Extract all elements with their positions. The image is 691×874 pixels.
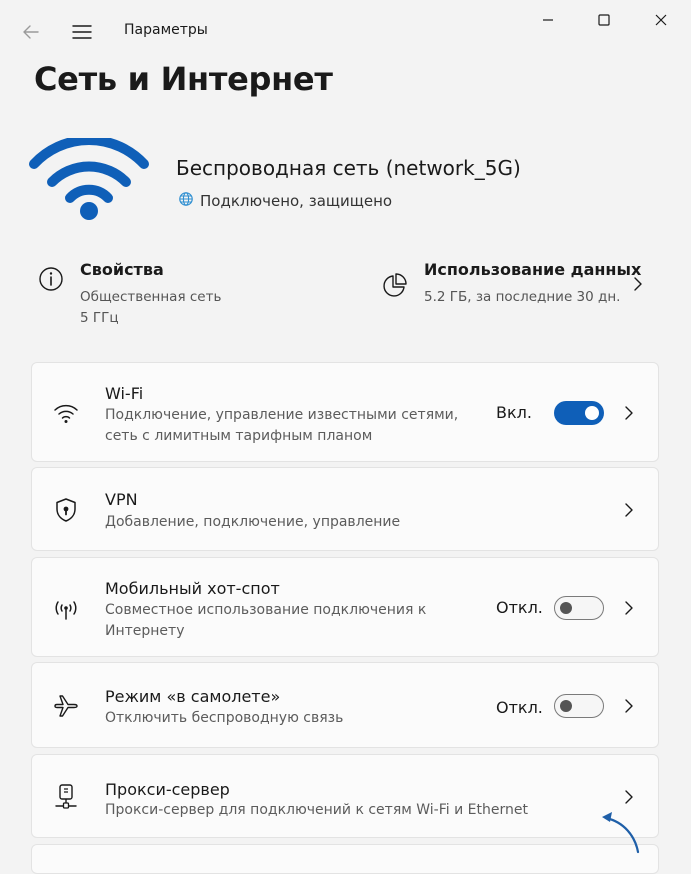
chevron-right-icon xyxy=(624,600,634,616)
wifi-state: Вкл. xyxy=(496,403,532,422)
properties-title: Свойства xyxy=(80,260,164,279)
toggle-knob xyxy=(560,602,572,614)
proxy-title: Прокси-сервер xyxy=(105,780,230,799)
chevron-right-icon xyxy=(624,405,634,421)
data-usage-title: Использование данных xyxy=(424,260,642,279)
page-title: Сеть и Интернет xyxy=(34,60,333,98)
wifi-icon xyxy=(52,399,80,427)
hotspot-toggle[interactable] xyxy=(554,596,604,620)
network-status: Подключено, защищено xyxy=(178,191,392,211)
wifi-toggle[interactable] xyxy=(554,401,604,425)
chevron-right-icon xyxy=(624,698,634,714)
airplane-icon xyxy=(52,692,80,720)
wifi-large-icon xyxy=(28,134,150,222)
title-bar: Параметры xyxy=(0,0,691,60)
hotspot-description: Совместное использование подключения к И… xyxy=(105,602,427,639)
hotspot-title: Мобильный хот-спот xyxy=(105,579,280,598)
airplane-title: Режим «в самолете» xyxy=(105,687,281,706)
network-status-text: Подключено, защищено xyxy=(200,192,393,210)
wifi-description: Подключение, управление известными сетям… xyxy=(105,407,459,444)
close-icon[interactable] xyxy=(641,8,681,32)
proxy-card[interactable]: Прокси-сервер Прокси-сервер для подключе… xyxy=(31,754,659,838)
hotspot-state: Откл. xyxy=(496,598,543,617)
app-title: Параметры xyxy=(124,22,208,38)
vpn-card[interactable]: VPN Добавление, подключение, управление xyxy=(31,467,659,551)
toggle-knob xyxy=(560,700,572,712)
minimize-icon[interactable] xyxy=(528,8,568,32)
maximize-icon[interactable] xyxy=(584,8,624,32)
network-name: Беспроводная сеть (network_5G) xyxy=(176,156,521,180)
chevron-right-icon xyxy=(624,789,634,805)
next-card-partial[interactable] xyxy=(31,844,659,874)
globe-icon xyxy=(178,191,194,211)
proxy-description: Прокси-сервер для подключений к сетям Wi… xyxy=(105,802,528,818)
airplane-card[interactable]: Режим «в самолете» Отключить беспроводну… xyxy=(31,662,659,748)
pie-chart-icon xyxy=(382,272,408,298)
chevron-right-icon xyxy=(633,276,643,292)
vpn-title: VPN xyxy=(105,490,138,509)
properties-band: 5 ГГц xyxy=(80,310,119,326)
vpn-shield-icon xyxy=(52,496,80,524)
wifi-title: Wi-Fi xyxy=(105,384,144,403)
data-usage-link[interactable]: Использование данных 5.2 ГБ, за последни… xyxy=(382,258,652,310)
data-usage-amount: 5.2 ГБ, за последние 30 дн. xyxy=(424,289,621,305)
airplane-state: Откл. xyxy=(496,698,543,717)
proxy-server-icon xyxy=(52,782,80,810)
vpn-description: Добавление, подключение, управление xyxy=(105,514,401,530)
airplane-description: Отключить беспроводную связь xyxy=(105,710,344,726)
back-arrow-icon[interactable] xyxy=(18,20,44,44)
airplane-toggle[interactable] xyxy=(554,694,604,718)
hamburger-menu-icon[interactable] xyxy=(68,20,96,44)
hotspot-card[interactable]: Мобильный хот-спот Совместное использова… xyxy=(31,557,659,657)
chevron-right-icon xyxy=(624,502,634,518)
wifi-card[interactable]: Wi-Fi Подключение, управление известными… xyxy=(31,362,659,462)
hotspot-icon xyxy=(52,594,80,622)
properties-network-type: Общественная сеть xyxy=(80,289,222,305)
properties-link[interactable]: Свойства Общественная сеть 5 ГГц xyxy=(38,258,278,328)
annotation-arrow-icon xyxy=(598,808,646,854)
toggle-knob xyxy=(585,406,599,420)
info-icon xyxy=(38,266,64,292)
